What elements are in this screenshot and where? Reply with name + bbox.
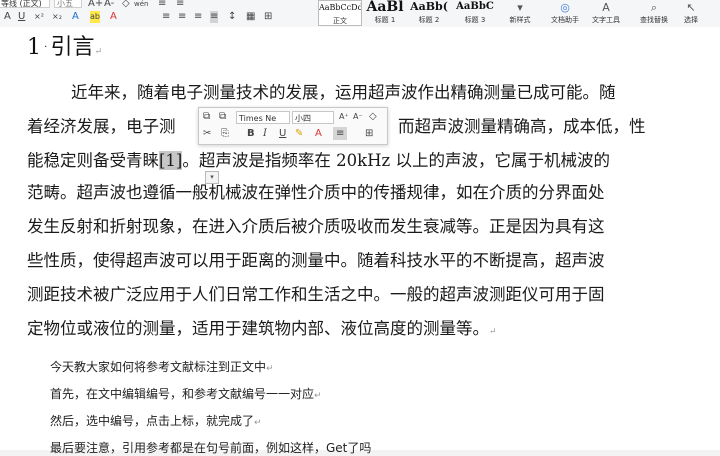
borders-icon[interactable]: ⊞ xyxy=(264,11,272,23)
select-button[interactable]: ↖ 选择 xyxy=(678,0,704,26)
font-color-icon[interactable]: A xyxy=(315,127,322,140)
note-line: 首先，在文中编辑编号，和参考文献编号一一对应↵ xyxy=(50,385,322,402)
align-left-icon[interactable]: ≡ xyxy=(162,11,170,23)
paste-icon[interactable]: ⎘ xyxy=(221,127,229,140)
tool-label: 文字工具 xyxy=(592,16,620,24)
paste-options-icon[interactable]: ▾ xyxy=(205,171,219,184)
style-sample: AaBbC xyxy=(456,1,494,12)
underline-icon[interactable]: U xyxy=(18,11,25,23)
body-text: 定物位或液位的测量，适用于建筑物内部、液位高度的测量等。 xyxy=(27,319,489,338)
paragraph-mark: ↵ xyxy=(489,327,497,337)
doc-assistant-button[interactable]: ◎ 文档助手 xyxy=(546,0,584,26)
style-heading-2[interactable]: AaBb( 标题 2 xyxy=(408,0,450,26)
text-effect-icon[interactable]: A xyxy=(4,11,11,23)
superscript-icon[interactable]: ×² xyxy=(34,11,44,23)
format-painter-icon[interactable]: ⧉ xyxy=(219,110,226,123)
style-name: 标题 3 xyxy=(464,16,486,24)
shrink-font-icon[interactable]: A⁻ xyxy=(353,110,363,123)
body-line: 范畴。超声波也遵循一般机械波在弹性介质中的传播规律，如在介质的分界面处 xyxy=(27,183,605,202)
pinyin-icon[interactable]: wén xyxy=(134,0,148,10)
style-name: 标题 1 xyxy=(374,16,396,24)
grow-font-icon[interactable]: A⁺ xyxy=(339,110,349,123)
note-line: 然后，选中编号，点击上标，就完成了↵ xyxy=(50,412,262,429)
body-line: 发生反射和折射现象，在进入介质后被介质吸收而发生衰减等。正是因为具有这 xyxy=(27,217,605,236)
mini-font-dropdown[interactable]: Times Ne xyxy=(236,111,290,124)
body-line: 些性质，使得超声波可以用于距离的测量中。随着科技水平的不断提高，超声波 xyxy=(27,251,605,270)
note-text: 今天教大家如何将参考文献标注到正文中 xyxy=(50,360,267,374)
text-tool-icon: A xyxy=(602,1,610,14)
clear-format-icon[interactable]: ◇ xyxy=(122,0,130,10)
paragraph-mark: ↵ xyxy=(314,391,322,401)
document-page[interactable]: 1 · 引言↵ 近年来，随着电子测量技术的发展，运用超声波作出精确测量已成可能。… xyxy=(0,27,720,455)
highlight-icon[interactable]: ab xyxy=(90,11,100,23)
font-color-icon[interactable]: A xyxy=(72,11,79,23)
style-name: 正文 xyxy=(333,17,347,25)
style-name: 标题 2 xyxy=(418,16,440,24)
style-heading-1[interactable]: AaBl 标题 1 xyxy=(364,0,406,26)
text-tools-button[interactable]: A 文字工具 xyxy=(587,0,625,26)
align-right-icon[interactable]: ≡ xyxy=(194,11,202,23)
italic-button[interactable]: I xyxy=(263,127,267,140)
body-line: 测距技术被广泛应用于人们日常工作和生活之中。一般的超声波测距仪可用于固 xyxy=(27,285,605,304)
chevron-down-icon: ▾ xyxy=(517,1,523,14)
subscript-icon[interactable]: ×₂ xyxy=(52,11,62,23)
style-sample: AaBbCcDd xyxy=(319,3,361,12)
font-name-dropdown[interactable]: 等线 (正文) xyxy=(0,0,50,8)
cursor-icon: ↖ xyxy=(686,1,696,14)
paragraph-mark: ↵ xyxy=(266,364,274,374)
grow-font-icon[interactable]: A+ xyxy=(88,0,103,10)
align-center-icon[interactable]: ≡ xyxy=(178,11,186,23)
note-line: 最后要注意，引用参考都是在句号前面，例如这样，Get了吗 xyxy=(50,439,371,456)
new-style-button[interactable]: ▾ 新样式 xyxy=(505,0,535,26)
heading-title: 引言 xyxy=(50,35,95,60)
bold-button[interactable]: B xyxy=(247,127,255,140)
text-color-icon[interactable]: A xyxy=(110,11,117,23)
copy-icon[interactable]: ⧉ xyxy=(203,110,210,123)
body-text: 。超声波是指频率在 20kHz 以上的声波，它属于机械波的 xyxy=(182,151,610,170)
tool-label: 查找替换 xyxy=(640,16,668,24)
ribbon-toolbar: 等线 (正文) 小五 A+ A- ◇ wén A U ×² ×₂ A ab A … xyxy=(0,0,720,28)
shading-icon[interactable]: ▦ xyxy=(246,11,255,23)
paragraph-mark: ↵ xyxy=(94,47,103,57)
body-line: 着经济发展，电子测 xyxy=(27,117,176,136)
bullets-icon[interactable]: ≡ xyxy=(158,0,166,10)
note-text: 最后要注意，引用参考都是在句号前面，例如这样，Get了吗 xyxy=(50,441,372,455)
floating-mini-toolbar: ⧉ ⧉ Times Ne 小四 A⁺ A⁻ ◇ ✂ ⎘ B I U ✎ A ≡ … xyxy=(198,107,388,145)
note-line: 今天教大家如何将参考文献标注到正文中↵ xyxy=(50,358,274,375)
paragraph-mark: ↵ xyxy=(254,418,262,428)
heading-number: 1 xyxy=(27,35,41,60)
note-text: 首先，在文中编辑编号，和参考文献编号一一对应 xyxy=(50,387,315,401)
assistant-icon: ◎ xyxy=(560,1,570,14)
citation-selected[interactable]: [1] xyxy=(159,151,183,170)
heading-1: 1 · 引言↵ xyxy=(27,35,103,60)
cut-icon[interactable]: ✂ xyxy=(203,127,211,140)
style-normal[interactable]: AaBbCcDd 正文 xyxy=(318,0,362,26)
underline-button[interactable]: U xyxy=(279,127,286,140)
justify-icon[interactable]: ≡ xyxy=(210,11,219,23)
style-heading-3[interactable]: AaBbC 标题 3 xyxy=(452,0,498,26)
tool-label: 新样式 xyxy=(509,16,531,24)
tool-label: 文档助手 xyxy=(551,16,579,24)
table-icon[interactable]: ⊞ xyxy=(365,127,373,140)
find-replace-button[interactable]: ⌕ 查找替换 xyxy=(634,0,674,26)
body-line: 能稳定则备受青睐[1]。超声波是指频率在 20kHz 以上的声波，它属于机械波的 xyxy=(27,147,610,171)
note-text: 然后，选中编号，点击上标，就完成了 xyxy=(50,414,255,428)
clear-format-icon[interactable]: ◇ xyxy=(369,110,377,123)
tool-label: 选择 xyxy=(684,16,698,24)
search-icon: ⌕ xyxy=(650,1,658,14)
align-justify-icon[interactable]: ≡ xyxy=(333,127,348,140)
body-text: 能稳定则备受青睐 xyxy=(27,151,159,170)
body-line: 定物位或液位的测量，适用于建筑物内部、液位高度的测量等。↵ xyxy=(27,315,497,339)
highlight-icon[interactable]: ✎ xyxy=(295,127,303,140)
body-line: 近年来，随着电子测量技术的发展，运用超声波作出精确测量已成可能。随 xyxy=(71,83,616,102)
body-line: 而超声波测量精确高，成本低，性 xyxy=(398,117,646,136)
numbering-icon[interactable]: ≡ xyxy=(176,0,184,10)
style-sample: AaBb( xyxy=(410,0,448,13)
line-spacing-icon[interactable]: ↕ xyxy=(228,11,236,23)
shrink-font-icon[interactable]: A- xyxy=(104,0,114,10)
style-sample: AaBl xyxy=(366,0,404,15)
mini-size-dropdown[interactable]: 小四 xyxy=(292,111,334,124)
font-size-dropdown[interactable]: 小五 xyxy=(54,0,82,8)
